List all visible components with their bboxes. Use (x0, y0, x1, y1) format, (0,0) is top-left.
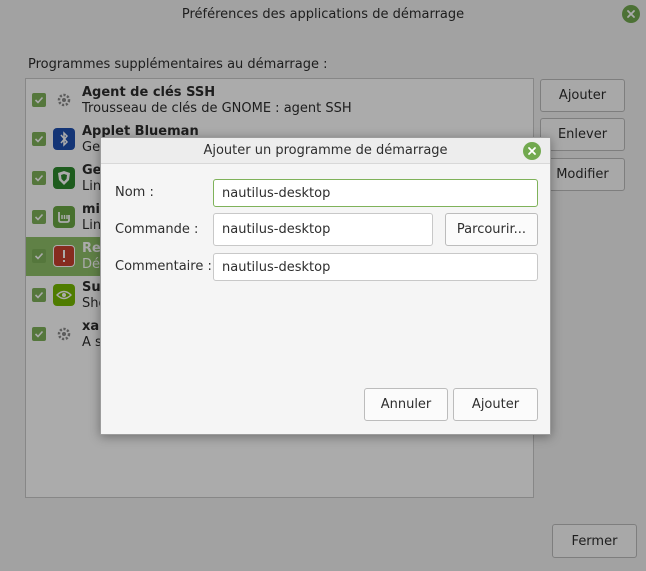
confirm-add-button[interactable]: Ajouter (453, 388, 538, 421)
command-label: Commande : (115, 222, 199, 237)
add-startup-program-dialog: Ajouter un programme de démarrage Nom : … (100, 137, 551, 435)
dialog-close-button[interactable] (523, 142, 541, 160)
cancel-button[interactable]: Annuler (364, 388, 448, 421)
name-label: Nom : (115, 185, 154, 200)
close-icon (528, 147, 536, 155)
comment-input[interactable] (213, 253, 538, 281)
comment-label: Commentaire : (115, 259, 212, 274)
dialog-title: Ajouter un programme de démarrage (203, 143, 448, 158)
name-input[interactable] (213, 179, 538, 207)
browse-button[interactable]: Parcourir... (445, 213, 538, 246)
dialog-titlebar: Ajouter un programme de démarrage (101, 138, 550, 164)
command-input[interactable] (213, 213, 433, 246)
